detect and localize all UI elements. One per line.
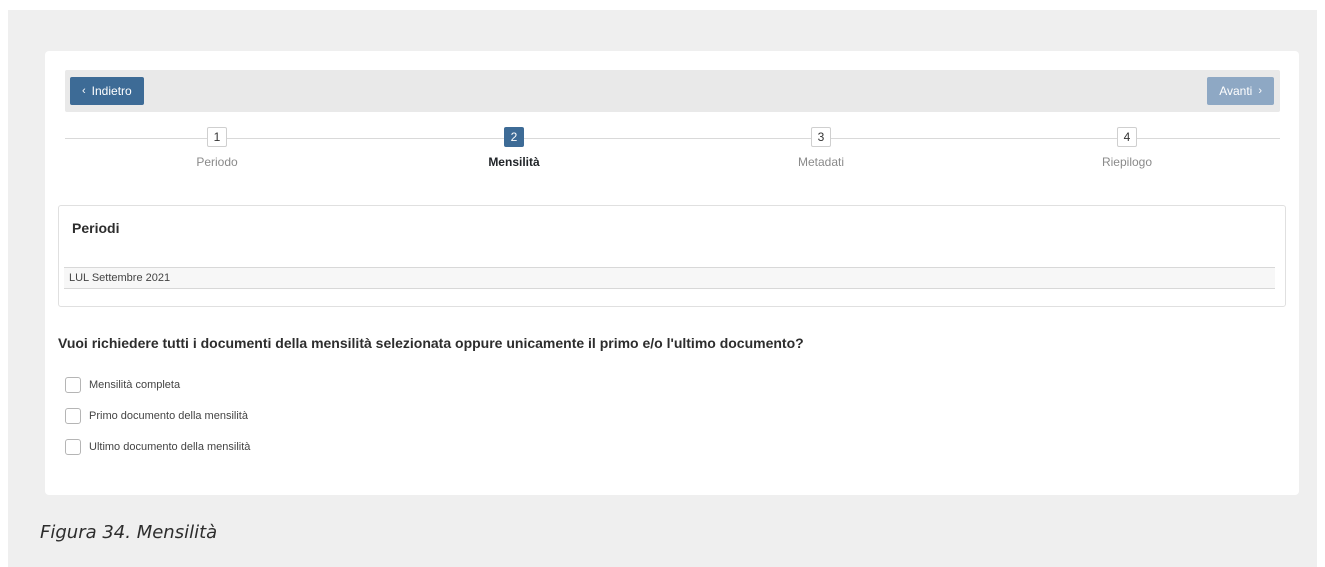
step-number: 1 [207, 127, 227, 147]
checkbox[interactable] [65, 377, 81, 393]
step-label: Metadati [797, 155, 845, 169]
option-ultimo-documento[interactable]: Ultimo documento della mensilità [65, 439, 250, 455]
figure-caption: Figura 34. Mensilità [40, 522, 218, 543]
option-primo-documento[interactable]: Primo documento della mensilità [65, 408, 248, 424]
step-periodo[interactable]: 1 Periodo [157, 127, 277, 169]
question-text: Vuoi richiedere tutti i documenti della … [58, 335, 804, 351]
wizard-nav-bar [65, 70, 1280, 112]
step-label: Periodo [196, 155, 238, 169]
step-metadati[interactable]: 3 Metadati [761, 127, 881, 169]
back-button[interactable]: ‹ Indietro [70, 77, 144, 105]
option-label: Ultimo documento della mensilità [89, 441, 251, 453]
periodi-title: Periodi [72, 220, 120, 236]
next-button-label: Avanti [1219, 84, 1253, 98]
option-mensilita-completa[interactable]: Mensilità completa [65, 377, 180, 393]
chevron-left-icon: ‹ [82, 85, 86, 97]
step-riepilogo[interactable]: 4 Riepilogo [1067, 127, 1187, 169]
checkbox[interactable] [65, 439, 81, 455]
step-number: 4 [1117, 127, 1137, 147]
option-label: Primo documento della mensilità [89, 410, 248, 422]
next-button[interactable]: Avanti › [1207, 77, 1274, 105]
step-number: 2 [504, 127, 524, 147]
back-button-label: Indietro [91, 84, 132, 98]
step-mensilita[interactable]: 2 Mensilità [454, 127, 574, 169]
step-label: Mensilità [488, 155, 540, 169]
option-label: Mensilità completa [89, 379, 181, 391]
checkbox[interactable] [65, 408, 81, 424]
step-label: Riepilogo [1101, 155, 1153, 169]
step-number: 3 [811, 127, 831, 147]
chevron-right-icon: › [1258, 85, 1262, 97]
periodi-panel: Periodi LUL Settembre 2021 [58, 205, 1286, 307]
periodi-list-item: LUL Settembre 2021 [64, 267, 1275, 289]
